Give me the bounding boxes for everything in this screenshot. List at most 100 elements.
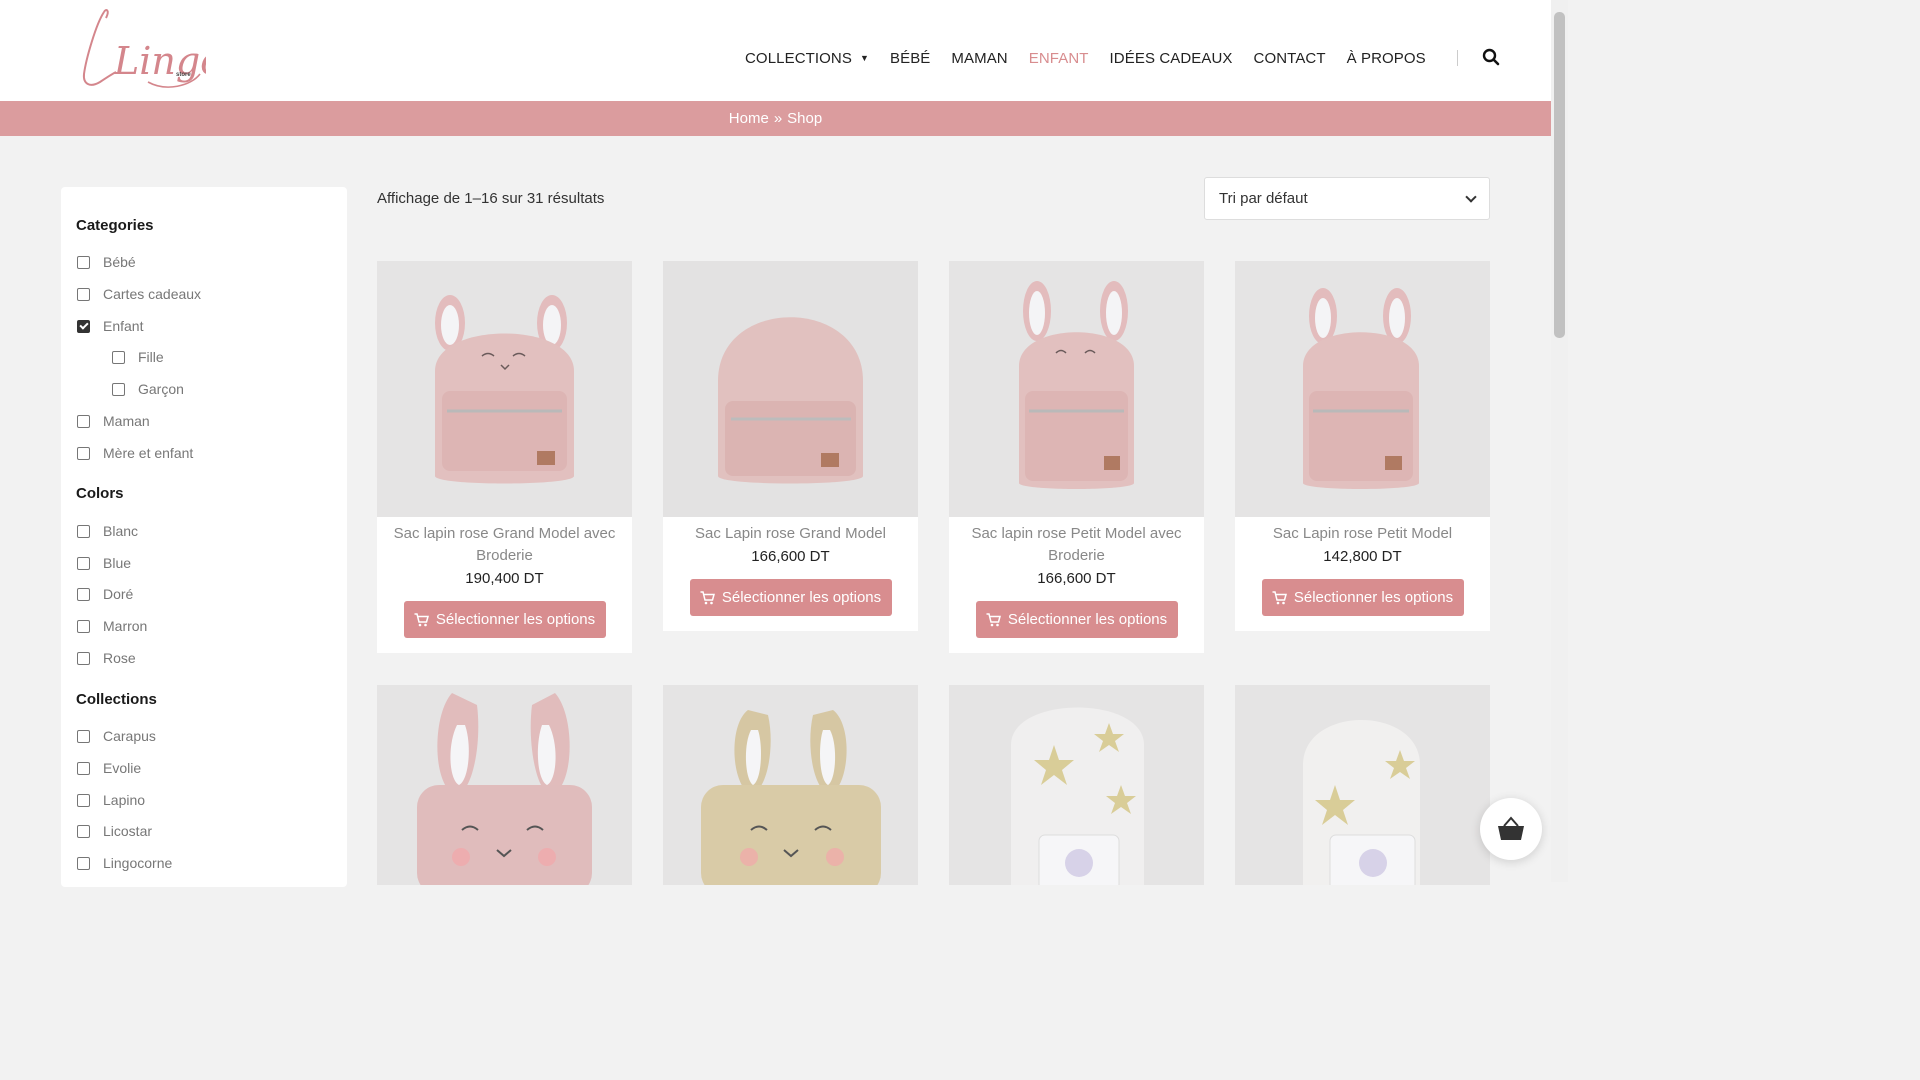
filter-label: Garçon — [138, 381, 184, 397]
button-label: Sélectionner les options — [435, 611, 596, 628]
cart-icon — [700, 590, 715, 604]
checkbox[interactable] — [77, 824, 90, 838]
filter-label: Fille — [138, 349, 164, 365]
filter-category-maman[interactable]: Maman — [77, 413, 150, 429]
product-card[interactable]: Sac lapin rose Petit Model avec Broderie… — [949, 261, 1204, 653]
filter-category-mere-et-enfant[interactable]: Mère et enfant — [77, 445, 193, 461]
button-label: Sélectionner les options — [1293, 589, 1454, 606]
product-image[interactable] — [1235, 685, 1490, 885]
nav-item-collections[interactable]: COLLECTIONS ▼ — [745, 50, 869, 67]
basket-icon — [1498, 816, 1524, 840]
filter-collection-carapus[interactable]: Carapus — [77, 728, 156, 744]
nav-item-idees-cadeaux[interactable]: IDÉES CADEAUX — [1110, 50, 1233, 67]
checkbox[interactable] — [77, 287, 90, 301]
page-scrollbar[interactable] — [1551, 0, 1568, 882]
filter-color-marron[interactable]: Marron — [77, 618, 147, 634]
product-card[interactable]: Sac Lapin rose Petit Model 142,800 DT Sé… — [1235, 261, 1490, 631]
checkbox[interactable] — [77, 619, 90, 633]
checkbox[interactable] — [77, 587, 90, 601]
product-card[interactable] — [1235, 685, 1490, 885]
product-card[interactable] — [663, 685, 918, 885]
scrollbar-thumb[interactable] — [1554, 12, 1565, 338]
checkbox[interactable] — [77, 761, 90, 775]
product-price: 166,600 DT — [1037, 570, 1116, 587]
checkbox[interactable] — [77, 651, 90, 665]
product-title[interactable]: Sac lapin rose Petit Model avec Broderie — [949, 523, 1204, 567]
filter-label: Enfant — [103, 318, 144, 334]
checkbox-checked[interactable] — [77, 319, 90, 333]
product-title[interactable]: Sac Lapin rose Petit Model — [1235, 523, 1490, 545]
product-card[interactable] — [949, 685, 1204, 885]
filter-color-dore[interactable]: Doré — [77, 586, 133, 602]
select-options-button[interactable]: Sélectionner les options — [1261, 579, 1464, 616]
select-options-button[interactable]: Sélectionner les options — [975, 601, 1178, 638]
checkbox[interactable] — [112, 350, 125, 364]
result-count: Affichage de 1–16 sur 31 résultats — [377, 190, 605, 207]
select-options-button[interactable]: Sélectionner les options — [403, 601, 606, 638]
filter-label: Mère et enfant — [103, 445, 194, 461]
filter-category-bebe[interactable]: Bébé — [77, 254, 136, 270]
cart-icon — [1272, 590, 1287, 604]
nav-item-a-propos[interactable]: À PROPOS — [1347, 50, 1426, 67]
filter-label: Blanc — [103, 523, 139, 539]
product-title[interactable]: Sac lapin rose Grand Model avec Broderie — [377, 523, 632, 567]
search-icon[interactable] — [1482, 48, 1502, 68]
product-card[interactable]: Sac lapin rose Grand Model avec Broderie… — [377, 261, 632, 653]
checkbox[interactable] — [77, 793, 90, 807]
filter-collection-licostar[interactable]: Licostar — [77, 823, 152, 839]
nav-item-maman[interactable]: MAMAN — [951, 50, 1007, 67]
filter-label: Bébé — [103, 254, 136, 270]
breadcrumb: Home » Shop — [0, 101, 1551, 136]
filter-color-blanc[interactable]: Blanc — [77, 523, 138, 539]
product-title[interactable]: Sac Lapin rose Grand Model — [663, 523, 918, 545]
filter-label: Cartes cadeaux — [103, 286, 202, 302]
checkbox[interactable] — [77, 446, 90, 460]
product-image[interactable] — [949, 685, 1204, 885]
breadcrumb-home-link[interactable]: Home — [729, 110, 769, 127]
checkbox[interactable] — [77, 524, 90, 538]
breadcrumb-current: Shop — [787, 110, 823, 127]
filter-category-fille[interactable]: Fille — [112, 349, 164, 365]
nav-item-bebe[interactable]: BÉBÉ — [890, 50, 930, 67]
product-image[interactable] — [949, 261, 1204, 517]
product-image[interactable] — [1235, 261, 1490, 517]
checkbox[interactable] — [77, 729, 90, 743]
checkbox[interactable] — [77, 414, 90, 428]
nav-item-label: COLLECTIONS — [745, 49, 852, 67]
filter-label: Evolie — [103, 760, 142, 776]
floating-cart-button[interactable] — [1480, 798, 1542, 860]
filter-color-blue[interactable]: Blue — [77, 555, 131, 571]
product-image[interactable] — [377, 685, 632, 885]
filter-category-enfant[interactable]: Enfant — [77, 318, 143, 334]
filter-label: Rose — [103, 650, 136, 666]
select-options-button[interactable]: Sélectionner les options — [689, 579, 892, 616]
product-card[interactable] — [377, 685, 632, 885]
product-card[interactable]: Sac Lapin rose Grand Model 166,600 DT Sé… — [663, 261, 918, 631]
filter-label: Licostar — [103, 823, 153, 839]
product-image[interactable] — [663, 261, 918, 517]
categories-title: Categories — [76, 217, 154, 234]
filter-collection-evolie[interactable]: Evolie — [77, 760, 141, 776]
checkbox[interactable] — [112, 382, 125, 396]
product-image[interactable] — [377, 261, 632, 517]
filter-collection-lingocorne[interactable]: Lingocorne — [77, 855, 172, 871]
product-image[interactable] — [663, 685, 918, 885]
checkbox[interactable] — [77, 556, 90, 570]
checkbox[interactable] — [77, 255, 90, 269]
cart-icon — [986, 612, 1001, 626]
filter-sidebar: Categories Bébé Cartes cadeaux Enfant Fi… — [61, 187, 347, 887]
breadcrumb-separator: » — [773, 110, 783, 127]
product-price: 166,600 DT — [751, 548, 830, 565]
filter-collection-lapino[interactable]: Lapino — [77, 792, 145, 808]
filter-color-rose[interactable]: Rose — [77, 650, 136, 666]
filter-category-cartes-cadeaux[interactable]: Cartes cadeaux — [77, 286, 201, 302]
filter-label: Lingocorne — [103, 855, 173, 871]
sort-select-value: Tri par défaut — [1219, 190, 1308, 207]
nav-item-enfant[interactable]: ENFANT — [1029, 50, 1089, 67]
filter-label: Maman — [103, 413, 150, 429]
sort-select[interactable]: Tri par défaut — [1204, 177, 1490, 220]
checkbox[interactable] — [77, 856, 90, 870]
site-logo[interactable]: Lingo store — [76, 4, 223, 96]
filter-category-garcon[interactable]: Garçon — [112, 381, 184, 397]
nav-item-contact[interactable]: CONTACT — [1254, 50, 1326, 67]
